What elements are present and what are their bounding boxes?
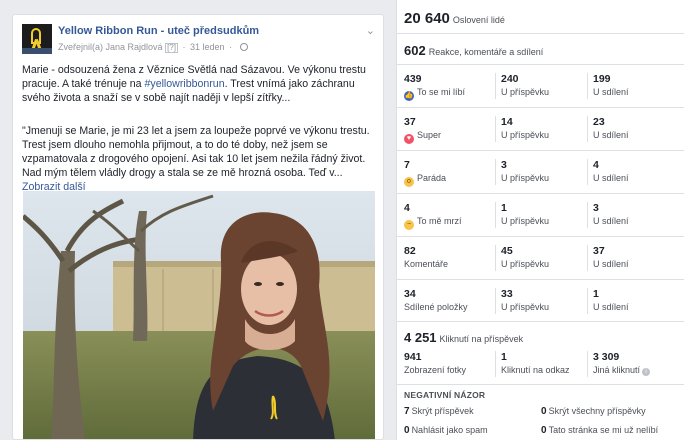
haha-icon: o (404, 177, 414, 187)
engagement-summary: 602 Reakce, komentáře a sdílení (404, 42, 543, 60)
info-icon[interactable]: i (642, 368, 651, 376)
insights-panel: 20 640 Oslovení lidé 602 Reakce, komentáře… (396, 0, 684, 440)
post-card: Yellow Ribbon Run - uteč předsudkům Zveř… (12, 14, 384, 440)
engagement-label: Reakce, komentáře a sdílení (428, 47, 544, 57)
love-icon: ♥ (404, 134, 414, 144)
globe-icon (239, 43, 248, 51)
reach-summary: 20 640 Oslovení lidé (404, 10, 505, 28)
post-header: Yellow Ribbon Run - uteč předsudkům Zveř… (22, 24, 375, 58)
published-by[interactable]: Zveřejnil(a) Jana Rajdlová (58, 42, 163, 52)
photo-image (23, 191, 375, 439)
unlike-page-stat: 0 Tato stránka se mi už nelíbí (541, 425, 659, 436)
hashtag-link[interactable]: #yellowribbonrun (145, 78, 225, 90)
sad-icon: ~ (404, 220, 414, 230)
comments-row: 82 Komentáře 45 U příspěvku 37 U sdílení (404, 245, 629, 271)
reaction-row-sad: 4 ~ To mě mrzí 1U příspěvku 3U sdílení (404, 202, 629, 230)
post-text-quote: "Jmenuji se Marie, je mi 23 let a jsem z… (22, 125, 370, 193)
reaction-row-haha: 7 o Paráda 3U příspěvku 4U sdílení (404, 159, 629, 187)
like-icon: 👍 (404, 91, 414, 101)
page-name-link[interactable]: Yellow Ribbon Run - uteč předsudkům (58, 25, 259, 37)
page-avatar[interactable] (22, 24, 52, 54)
post-text-intro: Marie - odsouzená žena z Věznice Světlá … (22, 64, 366, 104)
post-photo[interactable] (23, 191, 375, 439)
reach-label: Oslovení lidé (452, 15, 505, 25)
clicks-breakdown-row: 941 Zobrazení fotky 1 Kliknutí na odkaz 3 … (397, 343, 684, 385)
negative-feedback-title: NEGATIVNÍ NÁZOR (404, 390, 486, 400)
reaction-row-love: 37 ♥ Super 14 U příspěvku 23 U sdílení (404, 116, 629, 144)
divider (397, 33, 684, 34)
post-meta: Zveřejnil(a) Jana Rajdlová [?] · 31 lede… (58, 42, 248, 53)
engagement-value: 602 (404, 43, 426, 58)
post-date[interactable]: 31 leden (190, 42, 225, 52)
report-spam-stat: 0 Nahlásit jako spam (404, 425, 488, 436)
hide-post-stat: 7 Skrýt příspěvek (404, 406, 474, 417)
hide-all-stat: 0 Skrýt všechny příspěvky (541, 406, 646, 417)
chevron-down-icon[interactable]: ⌄ (366, 24, 375, 37)
reach-value: 20 640 (404, 10, 450, 27)
help-icon[interactable]: [?] (165, 43, 178, 53)
shares-row: 34 Sdílené položky 33 U příspěvku 1U sdíle… (404, 288, 629, 314)
reaction-row-like: 439 👍 To se mi líbí 240 U příspěvku 199 U sd… (404, 73, 629, 101)
